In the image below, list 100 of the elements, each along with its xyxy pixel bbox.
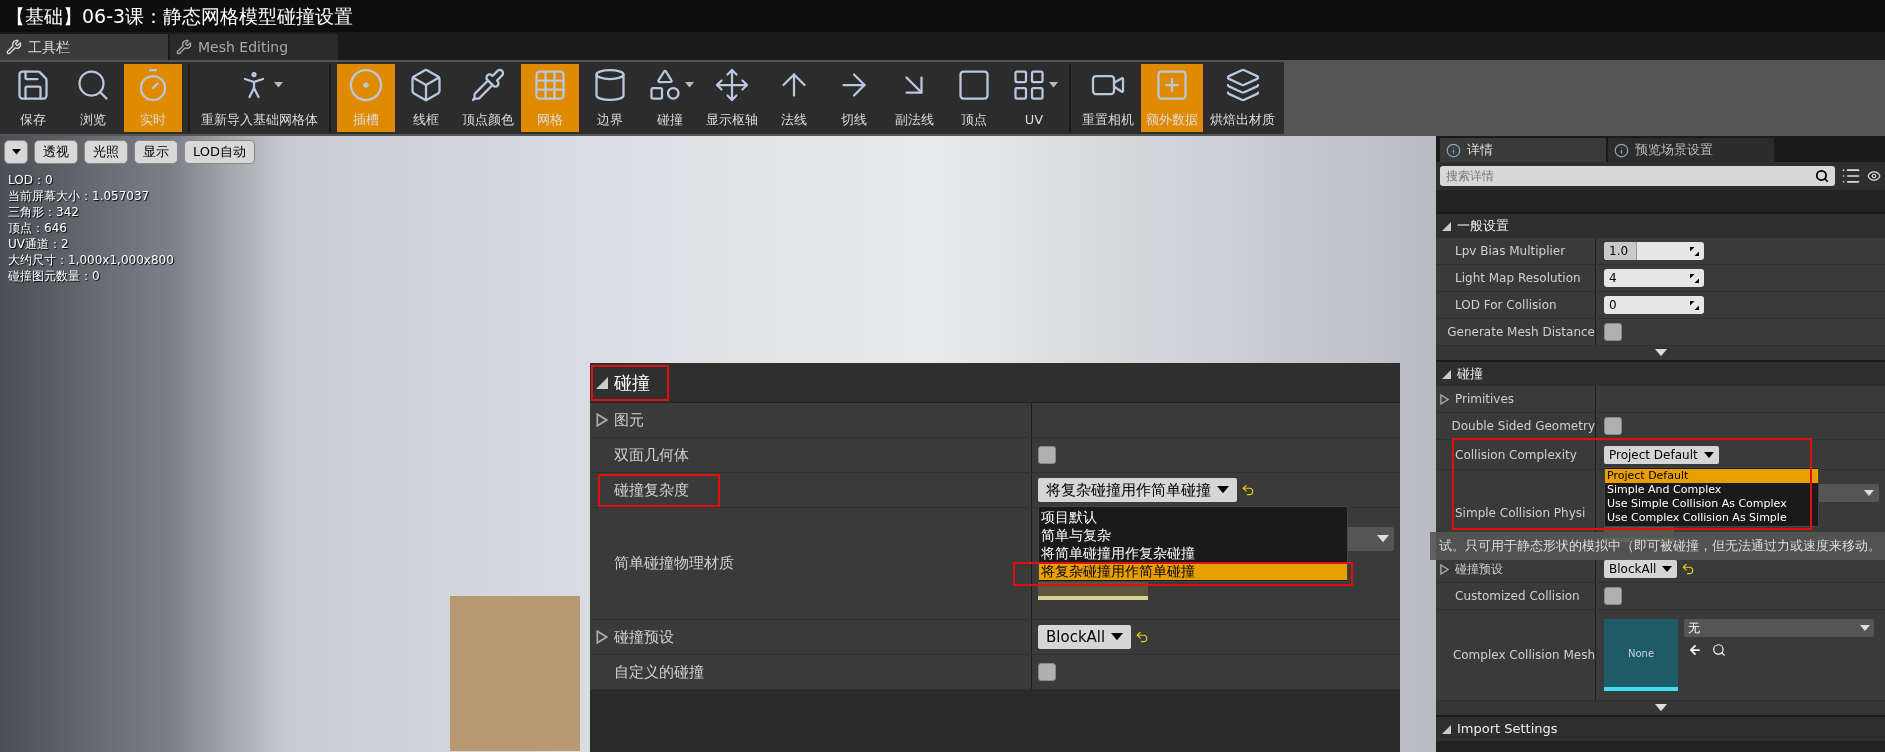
section-title: Import Settings [1457, 720, 1558, 739]
dropdown-option[interactable]: Use Complex Collision As Simple [1605, 510, 1818, 525]
dropdown-option[interactable]: Project Default [1605, 468, 1818, 483]
info-icon [1614, 142, 1629, 158]
number-field[interactable]: 4 [1604, 269, 1704, 287]
show-more-arrow-icon[interactable] [1654, 704, 1667, 712]
property-label: Complex Collision Mesh [1452, 647, 1595, 664]
collapse-arrow-icon[interactable] [1442, 724, 1451, 734]
viewport-option-button[interactable]: 光照 [84, 140, 128, 164]
property-label: Generate Mesh Distance [1447, 324, 1595, 341]
collapse-arrow-icon[interactable] [596, 376, 608, 389]
section-header[interactable]: Import Settings [1436, 715, 1885, 741]
viewport-option-button[interactable]: 透视 [34, 140, 78, 164]
viewport-option-button[interactable]: 显示 [134, 140, 178, 164]
property-label: Primitives [1455, 391, 1515, 408]
editor-tab[interactable]: Mesh Editing [170, 34, 338, 60]
number-field[interactable]: 1.0 [1604, 242, 1704, 260]
property-label: Light Map Resolution [1455, 270, 1581, 287]
section-title: 碰撞 [1457, 365, 1483, 384]
checkbox[interactable] [1038, 446, 1056, 464]
dropdown-field[interactable]: Project Default [1604, 445, 1719, 464]
dropdown-field[interactable]: BlockAll [1038, 625, 1132, 649]
dropdown-option[interactable]: 项目默认 [1039, 508, 1347, 526]
property-label: 双面几何体 [614, 444, 689, 466]
dropdown-field[interactable]: 无 [1684, 619, 1874, 637]
caret-icon[interactable] [1662, 566, 1673, 572]
eye-icon[interactable] [1867, 169, 1881, 183]
search-icon [1815, 169, 1829, 183]
viewport-stat: UV通道：2 [8, 236, 70, 252]
caret-icon[interactable] [11, 149, 21, 155]
property-label: 图元 [614, 409, 644, 431]
plus-square-icon [1154, 67, 1190, 103]
section-header[interactable]: 碰撞 [1436, 360, 1885, 386]
caret-icon[interactable] [274, 82, 283, 88]
editor-tab[interactable]: 工具栏 [0, 34, 168, 60]
property-label: 自定义的碰撞 [614, 661, 704, 683]
ring-icon [348, 67, 384, 103]
viewport-stat: 大约尺寸：1,000x1,000x800 [8, 252, 175, 268]
checkbox[interactable] [1604, 323, 1622, 341]
caret-icon[interactable] [1111, 633, 1124, 641]
dropdown-field[interactable]: 将复杂碰撞用作简单碰撞 [1038, 478, 1237, 502]
expand-arrow-icon[interactable] [596, 413, 608, 427]
dropdown-option[interactable]: Use Simple Collision As Complex [1605, 496, 1818, 511]
search-icon[interactable] [1712, 643, 1726, 657]
cylinder-icon [592, 67, 628, 103]
expand-arrow-icon[interactable] [1440, 563, 1449, 575]
checkbox[interactable] [1038, 663, 1056, 681]
view-options-icon[interactable] [1841, 166, 1861, 186]
cube-icon [408, 67, 444, 103]
save-icon [15, 67, 51, 103]
wrench-icon [176, 39, 192, 55]
dropdown-option[interactable]: 将简单碰撞用作复杂碰撞 [1039, 544, 1347, 562]
collapse-arrow-icon[interactable] [1442, 369, 1451, 379]
property-label: 碰撞预设 [1455, 561, 1503, 578]
dropdown-option[interactable]: 简单与复杂 [1039, 526, 1347, 544]
expand-arrow-icon[interactable] [1440, 393, 1449, 405]
dropdown-field[interactable]: BlockAll [1604, 560, 1678, 578]
section-title: 一般设置 [1457, 217, 1509, 236]
viewport-stat: LOD：0 [8, 172, 54, 188]
grid-icon [532, 67, 568, 103]
property-label: 碰撞预设 [614, 626, 674, 648]
property-label: LOD For Collision [1455, 297, 1557, 314]
caret-icon[interactable] [1217, 486, 1229, 494]
caret-icon[interactable] [1048, 82, 1058, 88]
caret-icon[interactable] [1703, 451, 1714, 458]
number-field[interactable]: 0 [1604, 296, 1704, 314]
wrench-icon [6, 39, 22, 55]
drag-handle-icon [1690, 273, 1699, 283]
caret-icon[interactable] [684, 82, 694, 88]
search-field[interactable]: 搜索详情 [1440, 166, 1835, 186]
search-icon [75, 67, 111, 103]
viewport-stat: 碰撞图元数量：0 [8, 268, 101, 284]
square-icon [956, 67, 992, 103]
viewport-stat: 三角形：342 [8, 204, 80, 220]
reset-icon[interactable] [1135, 630, 1150, 644]
property-label: 碰撞复杂度 [614, 479, 689, 501]
property-label: Simple Collision Physi [1455, 504, 1586, 522]
expand-arrow-icon[interactable] [596, 630, 608, 644]
move-icon [714, 67, 750, 103]
reset-icon[interactable] [1241, 483, 1255, 497]
checkbox[interactable] [1604, 587, 1622, 605]
reset-icon[interactable] [1681, 562, 1696, 576]
info-icon [1446, 142, 1461, 158]
viewport-menu-button[interactable] [4, 140, 28, 164]
viewport-option-button[interactable]: LOD自动 [184, 140, 256, 164]
dropdown-option[interactable]: Simple And Complex [1605, 482, 1818, 497]
asset-thumbnail[interactable]: None [1604, 619, 1678, 691]
show-more-arrow-icon[interactable] [1654, 349, 1667, 357]
panel-tab[interactable]: 详情 [1440, 138, 1606, 162]
section-header[interactable]: 一般设置 [1436, 212, 1885, 238]
property-label: 简单碰撞物理材质 [614, 553, 734, 575]
collapse-arrow-icon[interactable] [1442, 221, 1451, 231]
property-label: Collision Complexity [1455, 446, 1577, 464]
checkbox[interactable] [1604, 417, 1622, 435]
property-label: Customized Collision [1455, 588, 1580, 605]
section-title: 碰撞 [614, 371, 650, 395]
drag-handle-icon [1690, 300, 1699, 310]
video-title: 【基础】06-3课：静态网格模型碰撞设置 [6, 3, 354, 29]
panel-tab[interactable]: 预览场景设置 [1608, 138, 1774, 162]
drag-handle-icon [1690, 246, 1699, 256]
